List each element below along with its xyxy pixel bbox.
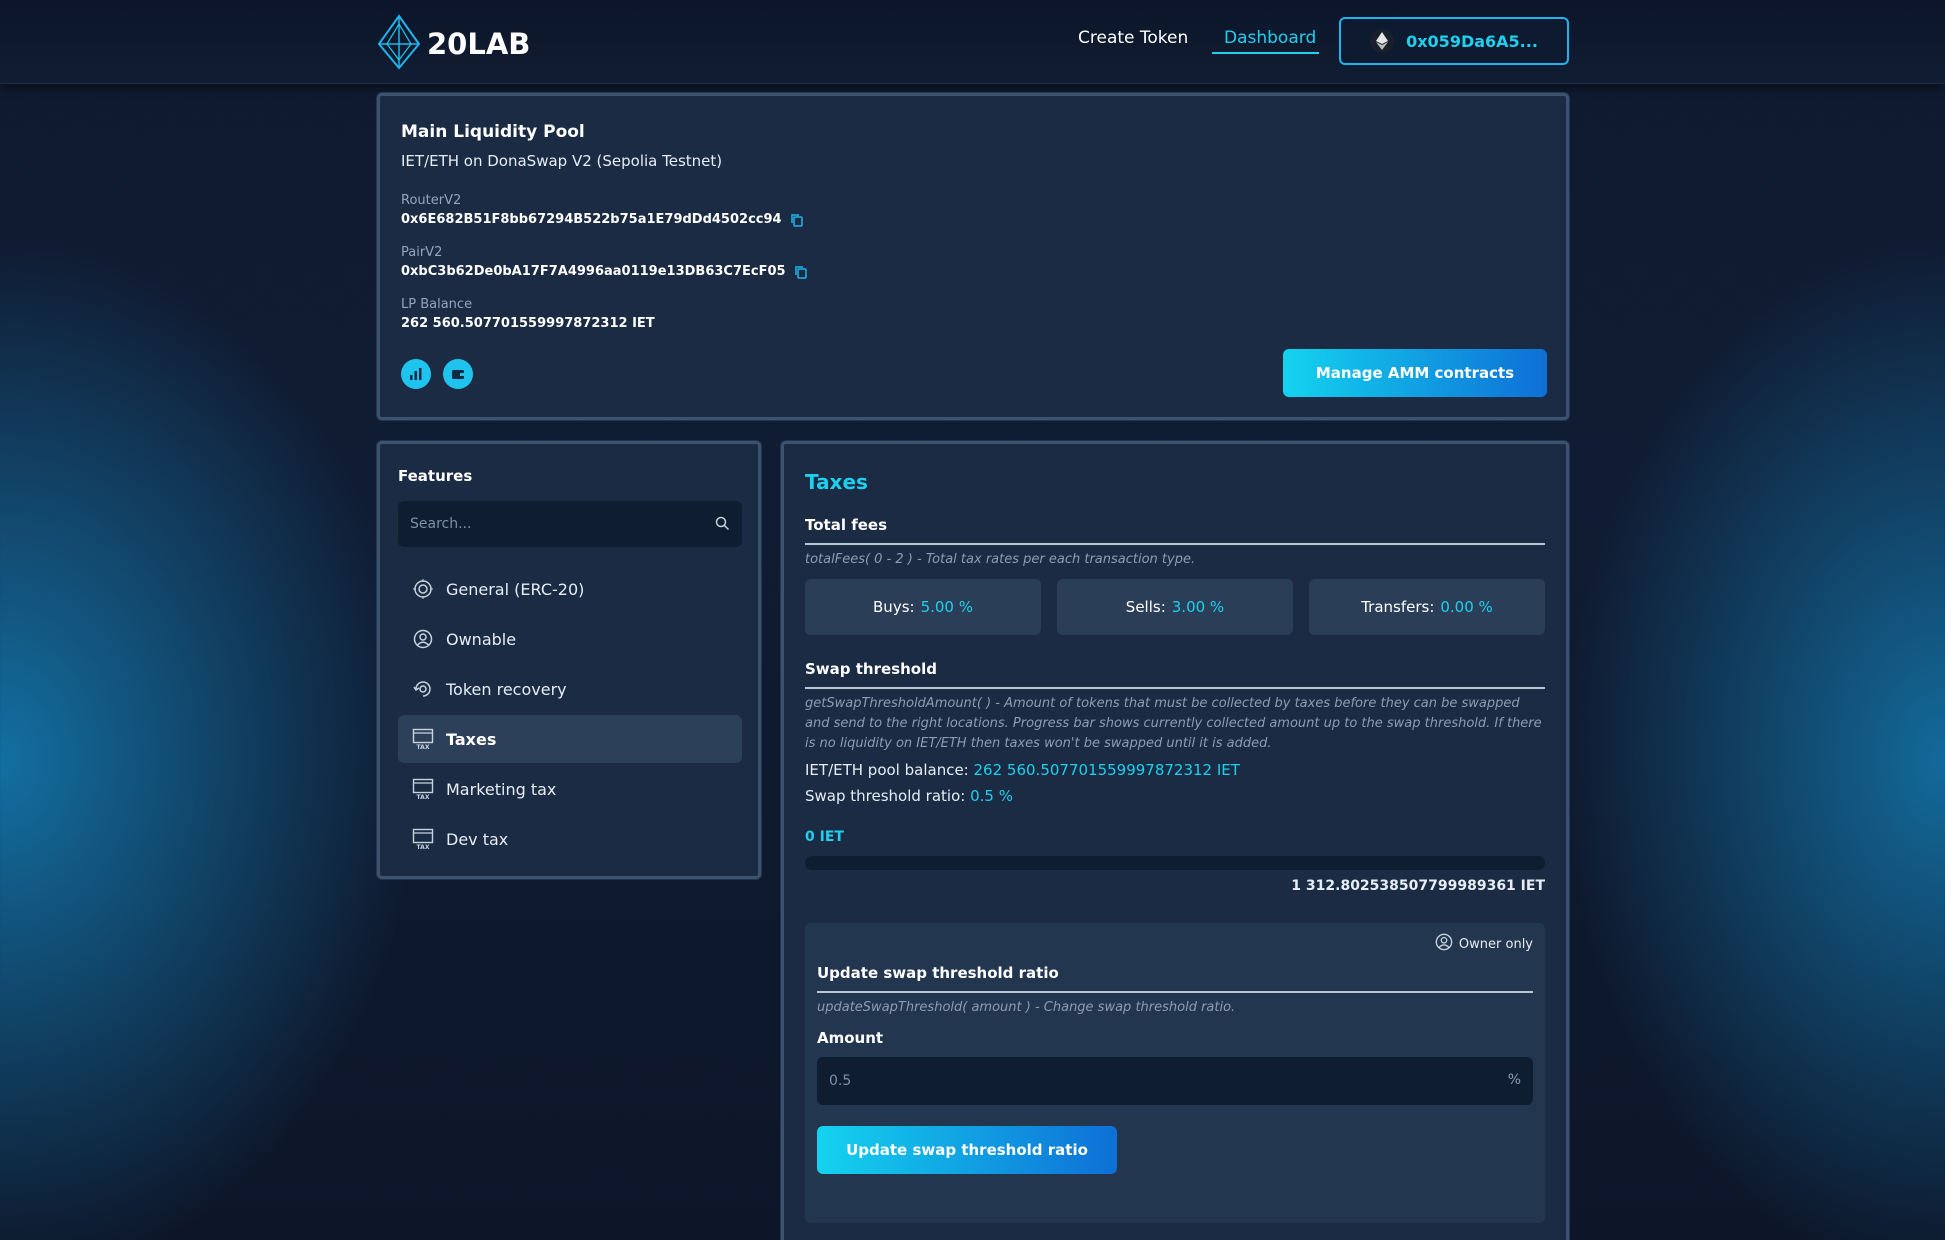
fee-sells-label: Sells:	[1125, 598, 1166, 616]
search-icon[interactable]	[715, 516, 730, 535]
top-header: 20LAB Create Token Dashboard 0x059Da6A5.…	[0, 0, 1945, 84]
svg-text:TAX: TAX	[417, 744, 430, 750]
copy-icon[interactable]	[794, 265, 808, 279]
amount-field: %	[817, 1057, 1533, 1105]
wallet-address: 0x059Da6A5...	[1406, 31, 1538, 51]
pair-address-value: 0xbC3b62De0bA17F7A4996aa0119e13DB63C7EcF…	[401, 264, 786, 279]
feature-item-token-recovery[interactable]: Token recovery	[398, 665, 742, 713]
fee-sells-value: 3.00 %	[1171, 598, 1225, 616]
threshold-progress-bar	[805, 856, 1545, 870]
taxes-title: Taxes	[805, 470, 868, 494]
nav-dashboard[interactable]: Dashboard	[1224, 28, 1316, 48]
feature-item-label: Ownable	[446, 629, 517, 649]
tax-icon: TAX	[412, 728, 434, 750]
ethereum-icon	[1370, 29, 1395, 53]
feature-search	[398, 501, 742, 547]
pool-subtitle: IET/ETH on DonaSwap V2 (Sepolia Testnet)	[401, 152, 723, 170]
feature-item-marketing-tax[interactable]: TAX Marketing tax	[398, 765, 742, 813]
feature-item-label: Dev tax	[446, 829, 509, 849]
threshold-ratio-label: Swap threshold ratio:	[805, 787, 966, 805]
update-threshold-panel: Owner only Update swap threshold ratio u…	[805, 923, 1545, 1223]
owner-only-badge: Owner only	[1435, 933, 1533, 955]
features-panel: Features General (ERC-20) Ownable Token …	[377, 441, 761, 879]
threshold-ratio-value: 0.5 %	[970, 787, 1013, 805]
wallet-icon[interactable]	[443, 359, 473, 389]
section-divider	[817, 991, 1533, 993]
lp-balance-label: LP Balance	[401, 297, 473, 312]
pair-address: 0xbC3b62De0bA17F7A4996aa0119e13DB63C7EcF…	[401, 264, 808, 279]
svg-text:TAX: TAX	[417, 794, 430, 800]
logo-diamond-icon	[377, 14, 421, 74]
features-title: Features	[398, 467, 473, 485]
recovery-icon	[412, 678, 434, 700]
amount-label: Amount	[817, 1029, 884, 1047]
nav-create-token[interactable]: Create Token	[1078, 28, 1188, 48]
swap-threshold-title: Swap threshold	[805, 660, 937, 678]
pool-balance-line: IET/ETH pool balance: 262 560.5077015599…	[805, 761, 1240, 779]
update-threshold-title: Update swap threshold ratio	[817, 964, 1059, 982]
update-threshold-button[interactable]: Update swap threshold ratio	[817, 1126, 1117, 1174]
router-address-value: 0x6E682B51F8bb67294B522b75a1E79dDd4502cc…	[401, 212, 782, 227]
lp-balance-value: 262 560.507701559997872312 IET	[401, 316, 655, 331]
feature-item-label: Marketing tax	[446, 779, 557, 799]
fee-buys: Buys: 5.00 %	[805, 579, 1041, 635]
fee-buys-value: 5.00 %	[920, 598, 973, 616]
threshold-ratio-line: Swap threshold ratio: 0.5 %	[805, 787, 1013, 805]
fee-transfers: Transfers: 0.00 %	[1309, 579, 1545, 635]
search-input[interactable]	[398, 501, 698, 547]
tax-icon: TAX	[412, 778, 434, 800]
feature-item-label: Taxes	[446, 729, 497, 749]
router-label: RouterV2	[401, 193, 462, 208]
user-circle-icon	[412, 628, 434, 650]
feature-item-dev-tax[interactable]: TAX Dev tax	[398, 815, 742, 863]
erc20-chip-icon	[412, 578, 434, 600]
percent-unit: %	[1507, 1072, 1521, 1088]
logo-text: 20LAB	[427, 27, 531, 61]
threshold-amount: 1 312.802538507799989361 IET	[1291, 878, 1545, 894]
user-circle-icon	[1435, 933, 1453, 955]
pair-label: PairV2	[401, 245, 443, 260]
feature-item-taxes[interactable]: TAX Taxes	[398, 715, 742, 763]
total-fees-title: Total fees	[805, 516, 888, 534]
router-address: 0x6E682B51F8bb67294B522b75a1E79dDd4502cc…	[401, 212, 804, 227]
feature-item-ownable[interactable]: Ownable	[398, 615, 742, 663]
feature-item-general[interactable]: General (ERC-20)	[398, 565, 742, 613]
collected-amount: 0 IET	[805, 829, 844, 845]
svg-text:TAX: TAX	[417, 844, 430, 850]
feature-item-label: Token recovery	[446, 679, 567, 699]
tax-icon: TAX	[412, 828, 434, 850]
pool-balance-label: IET/ETH pool balance:	[805, 761, 969, 779]
liquidity-pool-card: Main Liquidity Pool IET/ETH on DonaSwap …	[377, 93, 1569, 420]
amount-input[interactable]	[817, 1057, 1477, 1105]
copy-icon[interactable]	[790, 213, 804, 227]
section-divider	[805, 687, 1545, 689]
feature-item-label: General (ERC-20)	[446, 579, 585, 599]
taxes-panel: Taxes Total fees totalFees( 0 - 2 ) - To…	[781, 441, 1569, 1240]
wallet-button[interactable]: 0x059Da6A5...	[1339, 17, 1569, 65]
manage-amm-button[interactable]: Manage AMM contracts	[1283, 349, 1547, 397]
nav-active-underline	[1212, 52, 1319, 54]
logo[interactable]: 20LAB	[377, 14, 530, 74]
pool-title: Main Liquidity Pool	[401, 122, 585, 142]
fee-transfers-label: Transfers:	[1361, 598, 1435, 616]
total-fees-description: totalFees( 0 - 2 ) - Total tax rates per…	[805, 552, 1196, 567]
chart-icon[interactable]	[401, 359, 431, 389]
fee-buys-label: Buys:	[873, 598, 915, 616]
fee-sells: Sells: 3.00 %	[1057, 579, 1293, 635]
owner-only-label: Owner only	[1458, 936, 1533, 952]
pool-balance-value: 262 560.507701559997872312 IET	[973, 761, 1240, 779]
update-threshold-description: updateSwapThreshold( amount ) - Change s…	[817, 1000, 1236, 1015]
fee-transfers-value: 0.00 %	[1440, 598, 1493, 616]
swap-threshold-description: getSwapThresholdAmount( ) - Amount of to…	[805, 696, 1542, 751]
section-divider	[805, 543, 1545, 545]
